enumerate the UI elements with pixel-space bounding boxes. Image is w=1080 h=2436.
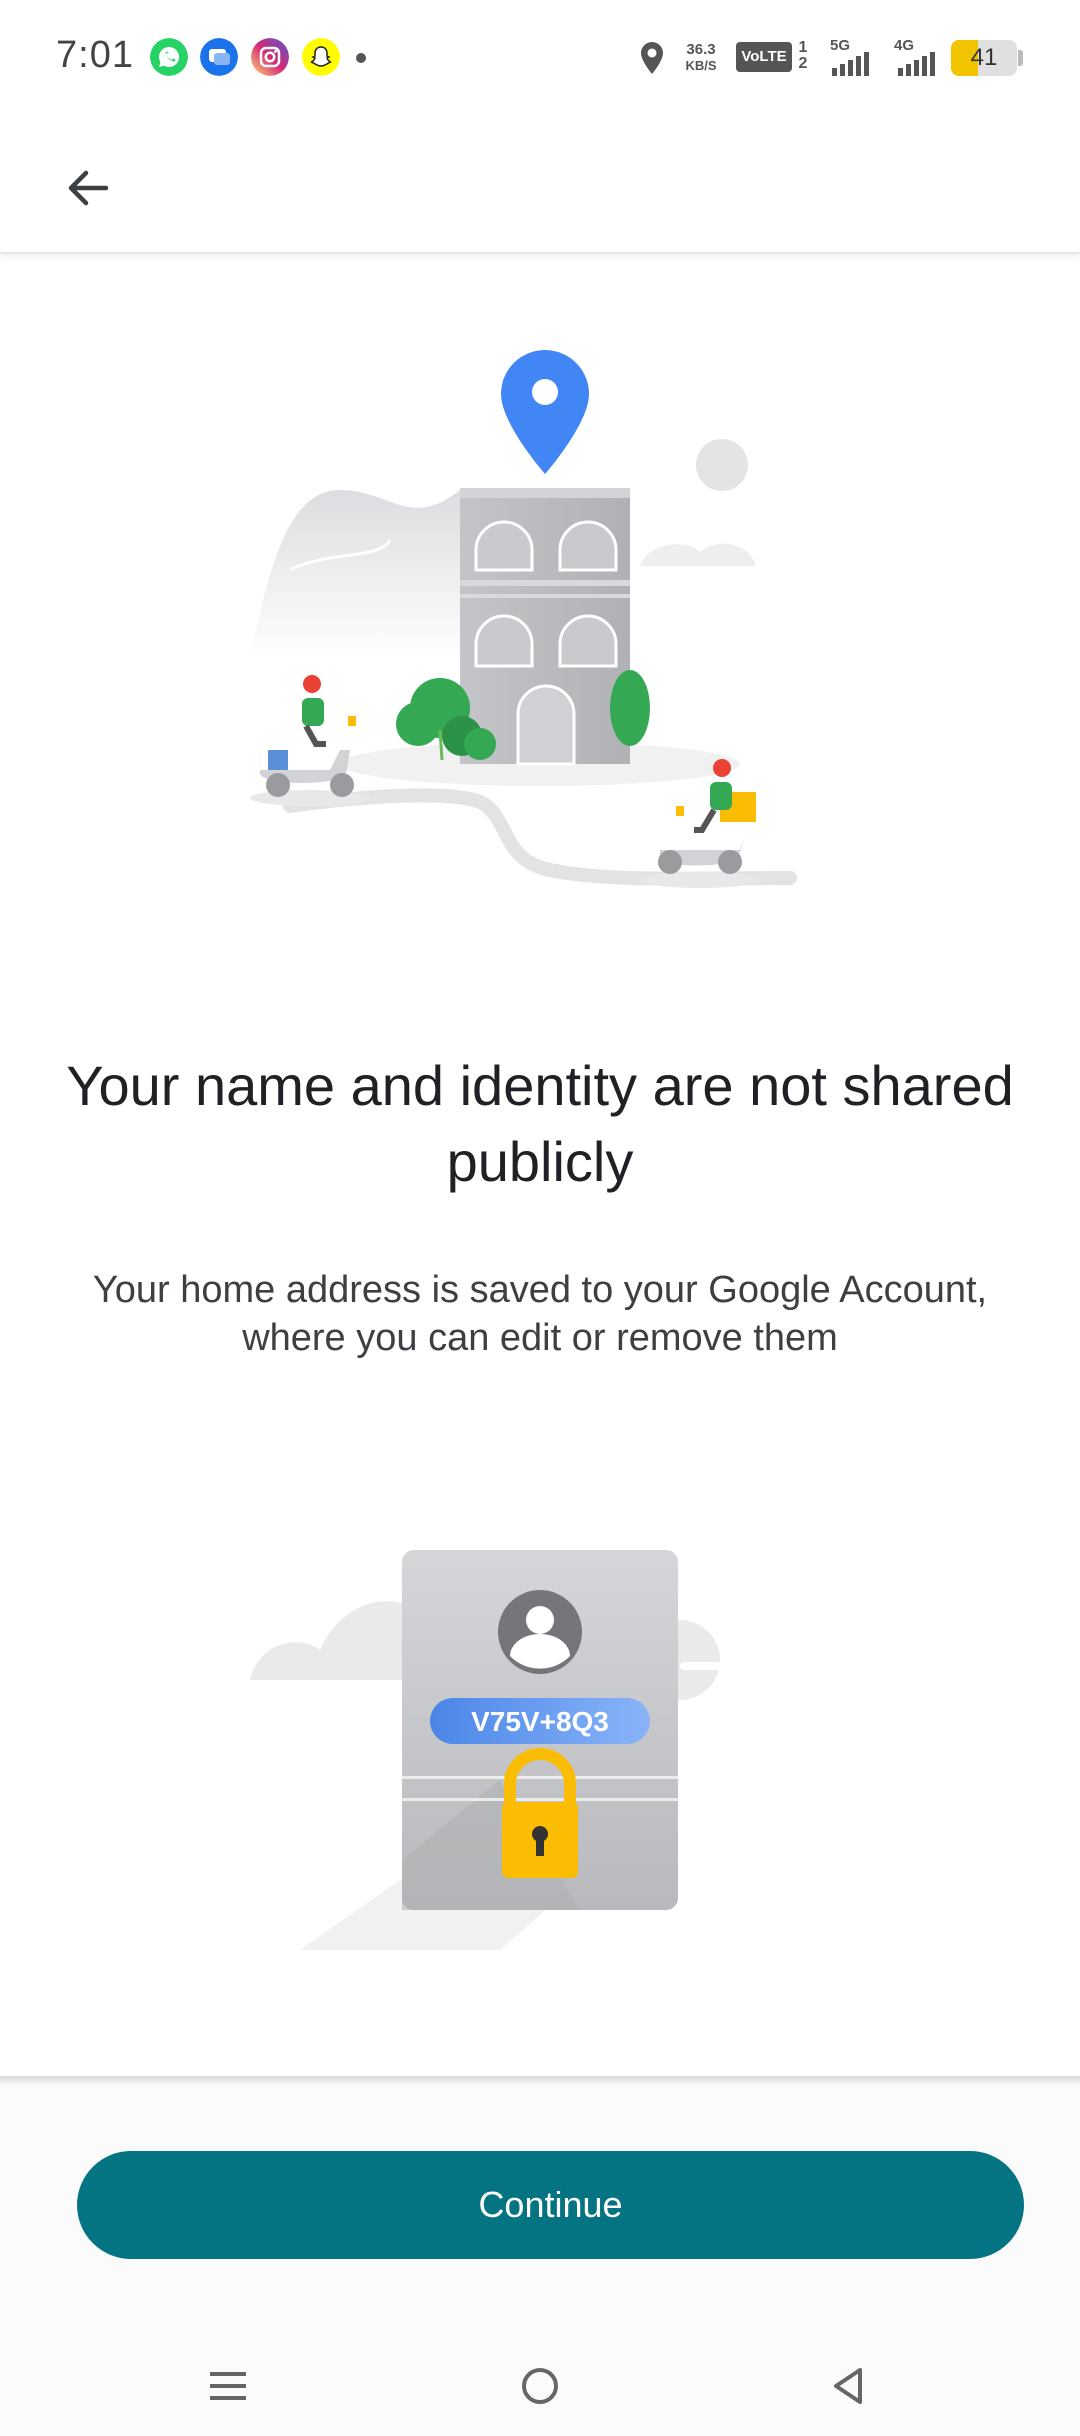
home-icon: [522, 2368, 558, 2404]
continue-button[interactable]: Continue: [77, 2151, 1024, 2259]
nav-menu-button[interactable]: [188, 2350, 268, 2422]
page-description: Your home address is saved to your Googl…: [92, 1269, 988, 1359]
arrow-left-icon: [68, 170, 109, 206]
sim-indicator: 1 2: [798, 39, 808, 72]
snapchat-icon: [302, 38, 340, 76]
tree-shape: [610, 670, 650, 746]
system-nav-bar: [0, 2330, 1080, 2436]
whatsapp-icon: [150, 38, 188, 76]
delivery-scooter-left: [250, 675, 370, 806]
cloud-shape: [640, 543, 756, 566]
signal-4g-icon: [898, 52, 935, 76]
location-icon: [641, 42, 663, 74]
delivery-illustration: [250, 350, 797, 888]
notification-more-dot: [356, 53, 366, 63]
status-time: 7:01: [56, 34, 134, 76]
battery-level: 41: [970, 44, 998, 71]
messages-icon: [200, 38, 238, 76]
plus-code-text: V75V+8Q3: [471, 1706, 609, 1737]
nav-back-button[interactable]: [808, 2350, 888, 2422]
page-title: Your name and identity are not shared pu…: [66, 1054, 1014, 1193]
battery-indicator: 41: [951, 40, 1017, 76]
hill-shape: [250, 490, 470, 660]
instagram-icon: [251, 38, 289, 76]
network-speed: 36.3 KB/S: [685, 41, 717, 74]
back-triangle-icon: [834, 2368, 862, 2404]
status-bar: 7:01 36.3 KB/S VoLTE 1 2 5G 4G 41: [0, 0, 1080, 118]
menu-icon: [210, 2372, 246, 2400]
volte-badge: VoLTE: [736, 42, 792, 72]
bottom-divider: [0, 2076, 1080, 2084]
privacy-card-illustration: V75V+8Q3: [250, 1550, 740, 1950]
signal-5g-icon: [832, 52, 869, 76]
back-button[interactable]: [44, 144, 132, 232]
sun-shape: [696, 439, 748, 491]
nav-home-button[interactable]: [500, 2350, 580, 2422]
map-pin-icon: [501, 350, 589, 474]
app-bar: [0, 118, 1080, 254]
battery-nub: [1018, 50, 1023, 66]
